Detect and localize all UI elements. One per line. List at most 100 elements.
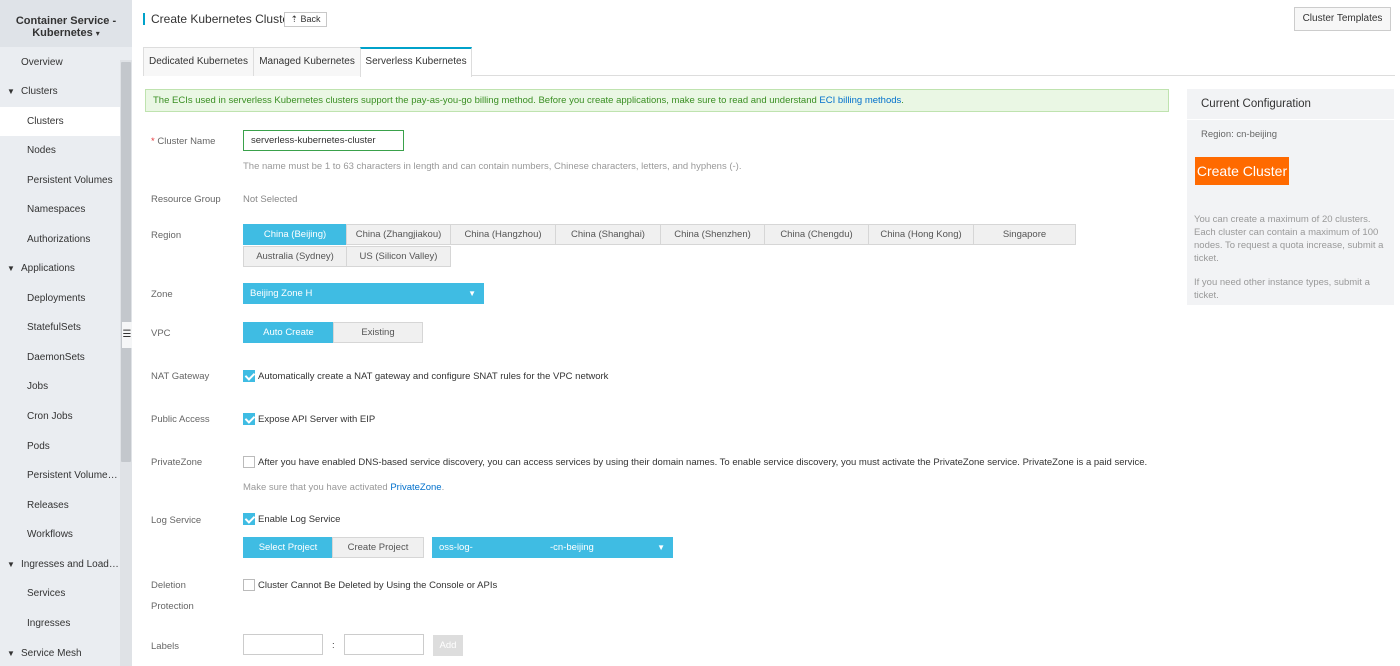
tab-managed-kubernetes[interactable]: Managed Kubernetes xyxy=(253,47,361,76)
list-collapse-icon[interactable]: ☰ xyxy=(122,322,132,348)
hint-text: Make sure that you have activated xyxy=(243,482,388,493)
deletion-protection-checkbox[interactable] xyxy=(243,579,255,591)
back-label: Back xyxy=(300,14,321,24)
zone-value: Beijing Zone H xyxy=(250,288,313,299)
sidebar-item-label: Nodes xyxy=(27,145,56,156)
select-project-button[interactable]: Select Project xyxy=(243,537,333,558)
region-option-singapore[interactable]: Singapore xyxy=(973,224,1076,245)
sidebar-item-label: Ingresses and Load B... xyxy=(21,559,120,570)
cluster-name-input[interactable] xyxy=(243,130,404,151)
region-option-shanghai[interactable]: China (Shanghai) xyxy=(555,224,661,245)
sidebar-item-label: StatefulSets xyxy=(27,322,81,333)
sidebar-item-jobs[interactable]: Jobs xyxy=(0,372,120,401)
create-cluster-button[interactable]: Create Cluster xyxy=(1195,157,1289,185)
project-suffix: -cn-beijing xyxy=(550,542,594,553)
sidebar-item-namespaces[interactable]: Namespaces xyxy=(0,195,120,224)
public-access-text: Expose API Server with EIP xyxy=(258,414,376,425)
vpc-option-auto-create[interactable]: Auto Create xyxy=(243,322,334,343)
create-project-button[interactable]: Create Project xyxy=(332,537,424,558)
vpc-label: VPC xyxy=(151,328,171,339)
privatezone-label: PrivateZone xyxy=(151,457,203,468)
sidebar-item-label: Deployments xyxy=(27,293,86,304)
sidebar-item-label: Services xyxy=(27,588,66,599)
zone-select[interactable]: Beijing Zone H ▼ xyxy=(243,283,484,304)
sidebar-item-persistent-volume-claims[interactable]: Persistent Volume Cl... xyxy=(0,461,120,490)
nat-gateway-text: Automatically create a NAT gateway and c… xyxy=(258,371,609,382)
public-access-label: Public Access xyxy=(151,414,210,425)
sidebar-item-clusters[interactable]: Clusters xyxy=(0,107,120,136)
caret-down-icon: ▼ xyxy=(7,264,15,273)
sidebar-section-clusters[interactable]: ▼ Clusters xyxy=(0,77,120,106)
chevron-down-icon: ▾ xyxy=(95,29,100,38)
caret-down-icon: ▼ xyxy=(468,289,476,298)
cluster-name-label: * Cluster Name xyxy=(151,136,215,147)
sidebar-item-deployments[interactable]: Deployments xyxy=(0,284,120,313)
region-option-zhangjiakou[interactable]: China (Zhangjiakou) xyxy=(346,224,451,245)
sidebar-item-services[interactable]: Services xyxy=(0,579,120,608)
sidebar-item-pods[interactable]: Pods xyxy=(0,432,120,461)
hint-end: . xyxy=(441,482,445,493)
panel-divider xyxy=(1187,119,1394,120)
sidebar-item-ingresses[interactable]: Ingresses xyxy=(0,609,120,638)
current-configuration-panel: Current Configuration Region: cn-beijing… xyxy=(1187,89,1394,305)
notice-end: . xyxy=(901,95,904,106)
panel-title: Current Configuration xyxy=(1201,98,1311,110)
back-button[interactable]: ⇡ Back xyxy=(284,12,327,27)
caret-down-icon: ▼ xyxy=(657,543,665,552)
page-title: Create Kubernetes Cluster xyxy=(151,12,294,26)
cluster-templates-button[interactable]: Cluster Templates xyxy=(1294,7,1391,31)
region-option-sydney[interactable]: Australia (Sydney) xyxy=(243,246,347,267)
sidebar-section-service-mesh[interactable]: ▼ Service Mesh xyxy=(0,639,120,666)
sidebar-item-statefulsets[interactable]: StatefulSets xyxy=(0,313,120,342)
log-project-select[interactable]: oss-log- -cn-beijing ▼ xyxy=(432,537,673,558)
sidebar-item-cron-jobs[interactable]: Cron Jobs xyxy=(0,402,120,431)
region-option-silicon-valley[interactable]: US (Silicon Valley) xyxy=(346,246,451,267)
sidebar-item-label: Jobs xyxy=(27,381,49,392)
title-accent-bar xyxy=(143,13,145,25)
sidebar-item-label: Authorizations xyxy=(27,234,91,245)
sidebar-scrollbar-thumb[interactable] xyxy=(121,62,131,462)
sidebar-item-daemonsets[interactable]: DaemonSets xyxy=(0,343,120,372)
panel-region: Region: cn-beijing xyxy=(1201,129,1278,140)
privatezone-link[interactable]: PrivateZone xyxy=(390,482,441,493)
sidebar-item-label: Workflows xyxy=(27,529,73,540)
deletion-protection-label-line2: Protection xyxy=(151,601,194,612)
label-separator: : xyxy=(332,640,335,651)
nat-gateway-checkbox[interactable] xyxy=(243,370,255,382)
sidebar-section-applications[interactable]: ▼ Applications xyxy=(0,254,120,283)
sidebar-item-authorizations[interactable]: Authorizations xyxy=(0,225,120,254)
sidebar-item-label: Overview xyxy=(21,57,63,68)
log-service-label: Log Service xyxy=(151,515,202,526)
sidebar-item-persistent-volumes[interactable]: Persistent Volumes xyxy=(0,166,120,195)
sidebar-item-releases[interactable]: Releases xyxy=(0,491,120,520)
sidebar-item-label: Persistent Volume Cl... xyxy=(27,470,120,481)
zone-label: Zone xyxy=(151,289,173,300)
product-switcher[interactable]: Container Service - Kubernetes ▾ xyxy=(0,0,132,47)
privatezone-checkbox[interactable] xyxy=(243,456,255,468)
label-key-input[interactable] xyxy=(243,634,323,655)
add-label-button[interactable]: Add xyxy=(433,635,463,656)
sidebar-item-label: Pods xyxy=(27,441,50,452)
sidebar-item-workflows[interactable]: Workflows xyxy=(0,520,120,549)
region-option-chengdu[interactable]: China (Chengdu) xyxy=(764,224,869,245)
label-value-input[interactable] xyxy=(344,634,424,655)
instance-types-note: If you need other instance types, submit… xyxy=(1194,277,1370,301)
region-option-shenzhen[interactable]: China (Shenzhen) xyxy=(660,224,765,245)
log-service-checkbox[interactable] xyxy=(243,513,255,525)
region-option-hangzhou[interactable]: China (Hangzhou) xyxy=(450,224,556,245)
resource-group-value[interactable]: Not Selected xyxy=(243,194,297,205)
sidebar: Container Service - Kubernetes ▾ Overvie… xyxy=(0,0,132,666)
tab-dedicated-kubernetes[interactable]: Dedicated Kubernetes xyxy=(143,47,254,76)
eci-billing-link[interactable]: ECI billing methods xyxy=(819,95,901,106)
sidebar-item-nodes[interactable]: Nodes xyxy=(0,136,120,165)
tab-serverless-kubernetes[interactable]: Serverless Kubernetes xyxy=(360,47,472,77)
labels-label: Labels xyxy=(151,641,179,652)
billing-notice: The ECIs used in serverless Kubernetes c… xyxy=(145,89,1169,112)
deletion-protection-label-line1: Deletion xyxy=(151,580,186,591)
public-access-checkbox[interactable] xyxy=(243,413,255,425)
sidebar-item-overview[interactable]: Overview xyxy=(0,48,120,77)
vpc-option-existing[interactable]: Existing xyxy=(333,322,423,343)
region-option-hong-kong[interactable]: China (Hong Kong) xyxy=(868,224,974,245)
region-option-beijing[interactable]: China (Beijing) xyxy=(243,224,347,245)
sidebar-section-ingresses[interactable]: ▼ Ingresses and Load B... xyxy=(0,550,120,579)
